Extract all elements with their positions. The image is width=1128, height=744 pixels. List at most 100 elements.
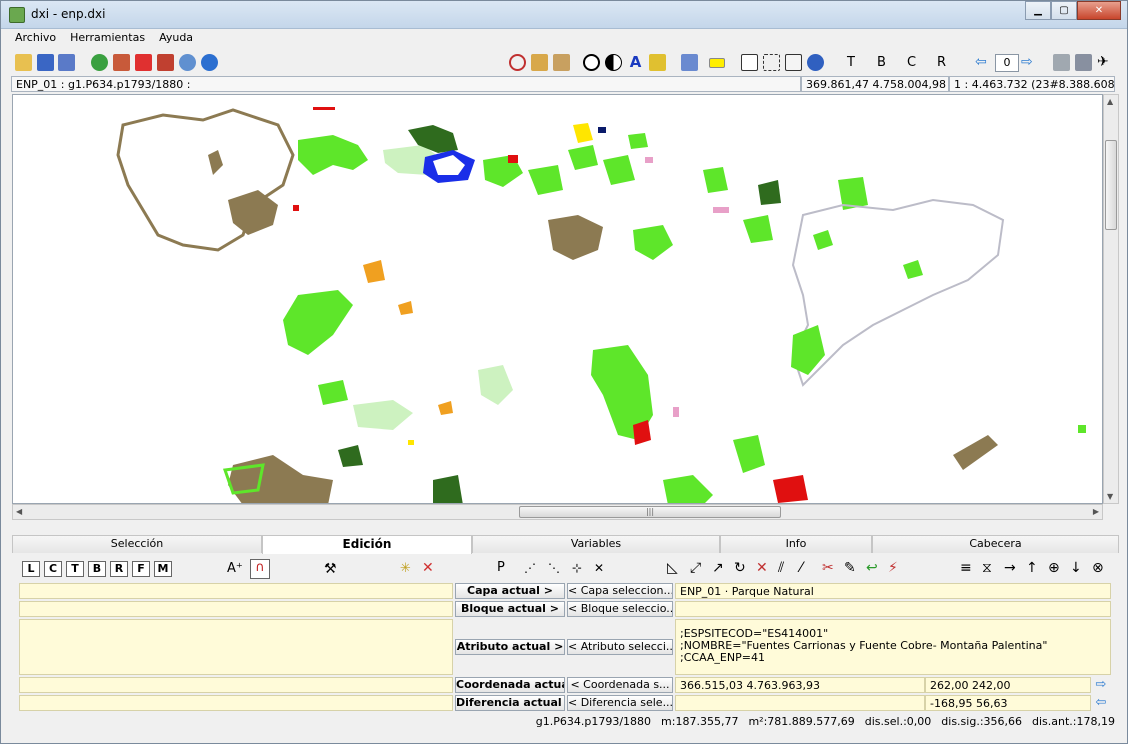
tool-letter-t[interactable]: T [66,561,84,577]
tool-letter-m[interactable]: M [154,561,172,577]
save-icon[interactable] [37,54,54,71]
cross-tool-icon[interactable]: ✕ [756,560,768,576]
atributo-seleccion-button[interactable]: < Atributo selecci... [567,639,673,655]
close-button[interactable]: ✕ [1077,1,1121,20]
document-icon[interactable] [785,54,802,71]
text-c-button[interactable]: C [907,55,916,70]
undo-icon[interactable]: ↩ [866,560,878,576]
circle-down-icon[interactable]: ↓ [1070,560,1082,576]
menu-herramientas[interactable]: Herramientas [70,31,145,49]
minimize-button[interactable]: ▁ [1025,1,1051,20]
stack-icon[interactable] [1075,54,1092,71]
pen-tool-button[interactable]: P [497,560,505,575]
text-t-button[interactable]: T [847,55,855,70]
line-tool-icon[interactable]: ⤢ [690,560,701,576]
bloque-actual-button[interactable]: Bloque actual > [455,601,565,617]
scissors-icon[interactable]: ✂ [822,560,834,576]
arrow-left-small-icon[interactable]: ⇦ [1093,695,1109,711]
delete-icon[interactable]: ✕ [422,560,434,576]
cut-line-icon[interactable]: ⫽ [778,560,784,576]
tools-icon[interactable]: ⚒ [324,561,337,577]
shield-icon[interactable] [113,54,130,71]
diferencia-actual-button[interactable]: Diferencia actual > [455,695,565,711]
font-a-icon[interactable]: A [627,54,644,71]
rotate-icon[interactable]: ↻ [734,560,746,576]
circle-up-alt-icon[interactable]: ⊕ [1048,560,1060,576]
atributo-left-field[interactable] [19,619,453,675]
open-folder-icon[interactable] [15,54,32,71]
target-icon[interactable]: ⊗ [1092,560,1104,576]
contrast-icon[interactable] [605,54,622,71]
capa-seleccion-button[interactable]: < Capa seleccion... [567,583,673,599]
browser-icon[interactable] [201,54,218,71]
map-canvas[interactable] [12,94,1103,504]
coordenada-left-field[interactable] [19,677,453,693]
map-horizontal-thumb[interactable]: ||| [519,506,781,518]
tab-info[interactable]: Info [720,535,872,553]
satellite-icon[interactable] [807,54,824,71]
arrow-left-icon[interactable]: ⇦ [975,54,992,71]
globe-icon[interactable] [91,54,108,71]
diferencia-left-field[interactable] [19,695,453,711]
tool-letter-l[interactable]: L [22,561,40,577]
menu-archivo[interactable]: Archivo [15,31,56,49]
text-b-button[interactable]: B [877,55,886,70]
align-icon[interactable]: ≡ [960,560,972,576]
grid-red-icon[interactable] [135,54,152,71]
menu-ayuda[interactable]: Ayuda [159,31,193,49]
tab-variables[interactable]: Variables [472,535,720,553]
node-move-icon[interactable]: ⋱ [548,561,560,575]
page-number-input[interactable]: 0 [995,54,1019,72]
fill-bucket-icon[interactable] [649,54,666,71]
circle-up-icon[interactable]: ↑ [1026,560,1038,576]
sparkle-icon[interactable]: ✳ [400,561,411,576]
node-delete-icon[interactable]: ✕ [594,561,604,575]
coordenada-seleccion-button[interactable]: < Coordenada s... [567,677,673,693]
node-add-icon[interactable]: ⊹ [572,561,582,575]
add-attribute-icon[interactable]: A⁺ [227,561,243,576]
circle-right-icon[interactable]: → [1004,560,1016,576]
layers-red-icon[interactable] [157,54,174,71]
coordenada-actual-button[interactable]: Coordenada actual... [455,677,565,693]
tool-letter-r[interactable]: R [110,561,128,577]
map-vertical-scrollbar[interactable]: ▲ ▼ [1103,94,1119,504]
map-horizontal-scrollbar[interactable]: ◀ ||| ▶ [12,504,1103,520]
color-swatch-icon[interactable] [709,58,725,68]
face-icon[interactable] [583,54,600,71]
arrow-right-icon[interactable]: ⇨ [1021,54,1038,71]
sphere-icon[interactable] [179,54,196,71]
tool-letter-c[interactable]: C [44,561,62,577]
crosshair-icon[interactable] [509,54,526,71]
capa-actual-button[interactable]: Capa actual > [455,583,565,599]
bloque-seleccion-button[interactable]: < Bloque seleccio... [567,601,673,617]
bloque-left-field[interactable] [19,601,453,617]
tool-letter-f[interactable]: F [132,561,150,577]
grid-icon[interactable] [763,54,780,71]
pencil-icon[interactable]: ✎ [844,560,856,576]
map-vertical-thumb[interactable] [1105,140,1117,230]
mirror-icon[interactable]: ⧖ [982,560,992,576]
chart-icon[interactable] [681,54,698,71]
magnet-icon[interactable]: ∩ [250,559,270,579]
tab-cabecera[interactable]: Cabecera [872,535,1119,553]
maximize-button[interactable]: ▢ [1051,1,1077,20]
cube-icon[interactable] [1053,54,1070,71]
airplane-icon[interactable]: ✈ [1097,54,1114,71]
page-icon[interactable] [741,54,758,71]
arrow-tool-icon[interactable]: ↗ [712,560,724,576]
tab-seleccion[interactable]: Selección [12,535,262,553]
shape-icon[interactable]: ◺ [667,560,678,576]
arrow-right-small-icon[interactable]: ⇨ [1093,677,1109,693]
save-as-icon[interactable] [58,54,75,71]
copy-icon[interactable] [531,54,548,71]
capa-left-field[interactable] [19,583,453,599]
tool-letter-b[interactable]: B [88,561,106,577]
text-r-button[interactable]: R [937,55,946,70]
wand-icon[interactable]: ⚡ [888,560,898,576]
node-tool-icon[interactable]: ⋰ [524,561,536,575]
slash-tool-icon[interactable]: ⁄ [800,560,802,576]
diferencia-seleccion-button[interactable]: < Diferencia sele... [567,695,673,711]
tab-edicion[interactable]: Edición [262,535,472,554]
atributo-actual-button[interactable]: Atributo actual > [455,639,565,655]
paste-icon[interactable] [553,54,570,71]
